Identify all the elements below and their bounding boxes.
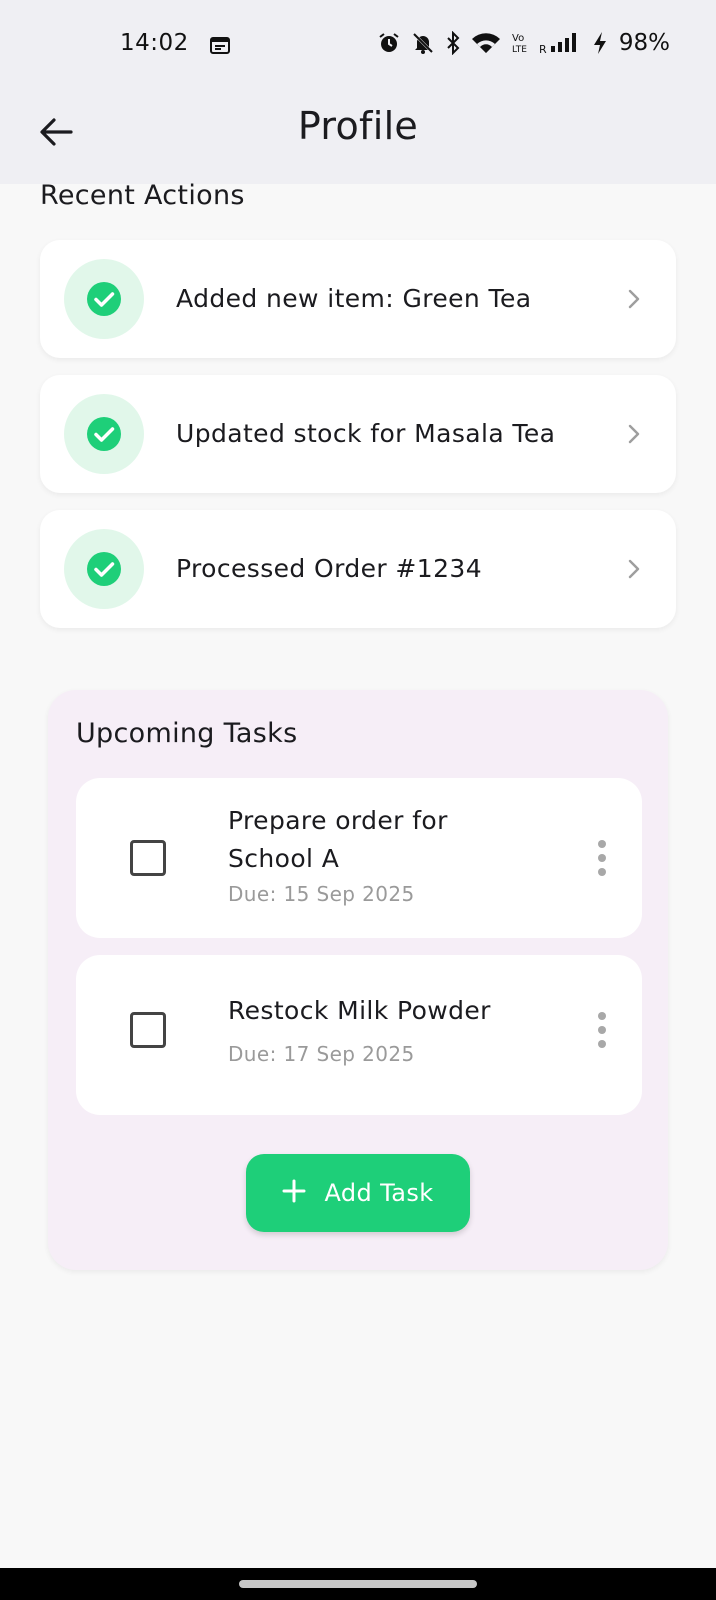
plus-icon	[282, 1179, 306, 1207]
calendar-icon	[210, 36, 230, 58]
upcoming-tasks-panel: Upcoming Tasks Prepare order for School …	[48, 690, 668, 1270]
recent-action-item[interactable]: Processed Order #1234	[40, 510, 676, 628]
bell-off-icon	[411, 31, 435, 55]
add-task-label: Add Task	[324, 1179, 434, 1207]
wifi-icon	[471, 31, 501, 55]
status-time: 14:02	[120, 30, 189, 56]
add-task-button[interactable]: Add Task	[246, 1154, 470, 1232]
task-checkbox[interactable]	[130, 840, 166, 876]
task-title: Restock Milk Powder	[228, 996, 491, 1025]
upcoming-tasks-title: Upcoming Tasks	[76, 718, 298, 749]
home-indicator[interactable]	[239, 1580, 477, 1588]
more-vert-icon[interactable]	[584, 833, 620, 883]
system-nav-bar	[0, 1568, 716, 1600]
task-due-date: Due: 17 Sep 2025	[228, 1042, 415, 1066]
recent-action-label: Processed Order #1234	[176, 554, 482, 583]
check-circle-icon	[64, 259, 144, 339]
chevron-right-icon	[620, 420, 648, 448]
svg-text:R: R	[539, 43, 547, 55]
recent-action-item[interactable]: Updated stock for Masala Tea	[40, 375, 676, 493]
battery-percent: 98%	[618, 30, 670, 56]
app-bar: Profile	[0, 88, 716, 184]
charging-icon	[593, 31, 607, 55]
recent-action-label: Added new item: Green Tea	[176, 284, 532, 313]
task-due-date: Due: 15 Sep 2025	[228, 882, 415, 906]
check-circle-icon	[64, 529, 144, 609]
task-card: Restock Milk Powder Due: 17 Sep 2025	[76, 955, 642, 1115]
volte-icon: Vo LTE	[511, 31, 529, 55]
task-card: Prepare order for School A Due: 15 Sep 2…	[76, 778, 642, 938]
check-circle-icon	[64, 394, 144, 474]
bluetooth-icon	[445, 31, 461, 55]
svg-text:LTE: LTE	[512, 45, 527, 55]
more-vert-icon[interactable]	[584, 1005, 620, 1055]
task-checkbox[interactable]	[130, 1012, 166, 1048]
page-title: Profile	[297, 104, 419, 148]
chevron-right-icon	[620, 285, 648, 313]
svg-text:Vo: Vo	[512, 33, 524, 44]
status-bar: 14:02 Vo LTE R 98%	[0, 0, 716, 88]
recent-actions-title: Recent Actions	[40, 180, 245, 211]
recent-action-label: Updated stock for Masala Tea	[176, 419, 556, 448]
chevron-right-icon	[620, 555, 648, 583]
recent-action-item[interactable]: Added new item: Green Tea	[40, 240, 676, 358]
task-title: Prepare order for School A	[228, 806, 448, 873]
alarm-icon	[377, 31, 401, 55]
signal-icon: R	[539, 31, 583, 55]
